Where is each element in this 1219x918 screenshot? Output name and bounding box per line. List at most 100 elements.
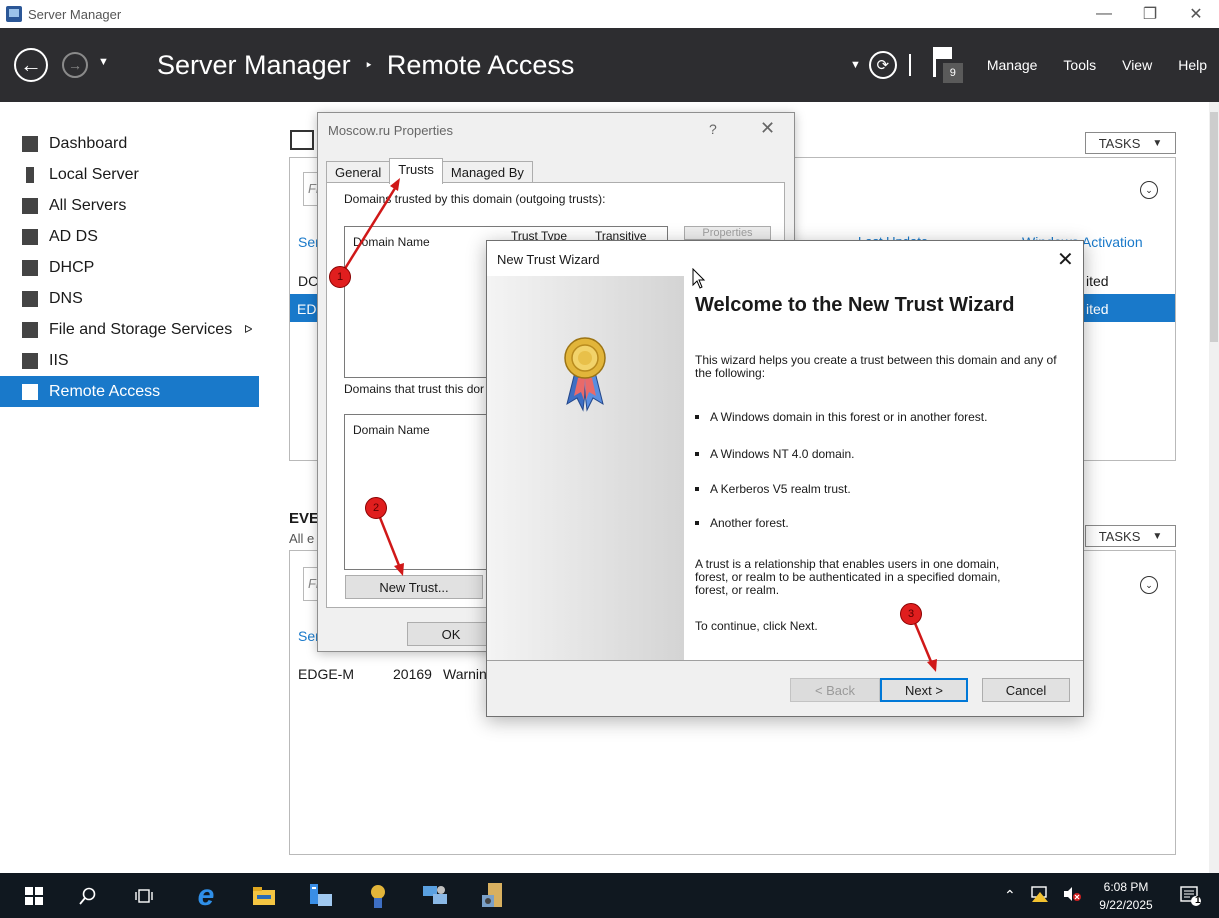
menu-help[interactable]: Help — [1178, 57, 1207, 73]
close-window-button[interactable]: ✕ — [1173, 0, 1219, 28]
minimize-button[interactable]: — — [1081, 0, 1127, 28]
admin-tools-icon[interactable] — [470, 873, 518, 918]
restore-button[interactable]: ❐ — [1127, 0, 1173, 28]
sidebar-item-remote-access[interactable]: Remote Access — [0, 376, 259, 407]
menu-view[interactable]: View — [1122, 57, 1152, 73]
tab-trusts[interactable]: Trusts — [389, 158, 443, 184]
menu-manage[interactable]: Manage — [987, 57, 1038, 73]
sidebar-item-dhcp[interactable]: DHCP — [0, 252, 259, 283]
sidebar-item-local-server[interactable]: Local Server — [0, 159, 259, 190]
action-center-icon[interactable]: 1 — [1168, 873, 1214, 918]
server-manager-app-icon — [6, 6, 22, 22]
notification-count-badge: 9 — [942, 63, 963, 83]
file-explorer-icon[interactable] — [240, 873, 288, 918]
wizard-bullet: A Windows NT 4.0 domain. — [695, 447, 855, 461]
wizard-bullet: A Kerberos V5 realm trust. — [695, 482, 851, 496]
sidebar-item-label: Dashboard — [49, 134, 128, 152]
servers-icon — [22, 197, 38, 214]
events-expand-icon[interactable]: ⌄ — [1140, 576, 1158, 594]
award-medal-icon — [564, 337, 606, 412]
remote-access-icon — [22, 383, 38, 400]
task-view-icon[interactable] — [120, 873, 168, 918]
servers-expand-icon[interactable]: ⌄ — [1140, 181, 1158, 199]
properties-button[interactable]: Properties — [684, 226, 771, 240]
action-center-badge: 1 — [1195, 895, 1201, 906]
sidebar: Dashboard Local Server All Servers AD DS… — [0, 102, 259, 873]
server-manager-icon[interactable] — [296, 873, 344, 918]
servers-row-dc[interactable]: DC — [298, 273, 318, 289]
breadcrumb-root[interactable]: Server Manager — [157, 50, 351, 81]
ad-trusts-icon[interactable] — [354, 873, 402, 918]
wizard-bullet: Another forest. — [695, 516, 789, 530]
servers-row-dc-status: ited — [1086, 273, 1109, 289]
sidebar-item-all-servers[interactable]: All Servers — [0, 190, 259, 221]
wizard-close-button[interactable]: ✕ — [1057, 247, 1074, 272]
sidebar-item-ad-ds[interactable]: AD DS — [0, 221, 259, 252]
wizard-divider — [487, 660, 1083, 661]
sidebar-item-dns[interactable]: DNS — [0, 283, 259, 314]
wizard-continue-text: To continue, click Next. — [695, 619, 818, 633]
tab-general[interactable]: General — [326, 161, 391, 183]
ok-button[interactable]: OK — [407, 622, 495, 646]
servers-tile-icon — [290, 130, 314, 150]
events-row-server: EDGE-M — [298, 666, 354, 682]
column-domain-name[interactable]: Domain Name — [353, 235, 430, 249]
sidebar-item-label: File and Storage Services — [49, 320, 233, 338]
breadcrumb: Server Manager ‣ Remote Access — [157, 50, 574, 81]
back-button[interactable]: < Back — [790, 678, 880, 702]
dashboard-icon — [22, 135, 38, 152]
clock-date: 9/22/2025 — [1099, 898, 1153, 912]
sidebar-item-dashboard[interactable]: Dashboard — [0, 128, 259, 159]
start-icon[interactable] — [10, 873, 58, 918]
wizard-intro: This wizard helps you create a trust bet… — [695, 353, 1057, 380]
forward-arrow-icon[interactable]: → — [62, 52, 88, 78]
vertical-scrollbar[interactable] — [1209, 102, 1219, 873]
back-arrow-icon[interactable]: ← — [14, 48, 48, 82]
properties-tabs: General Trusts Managed By — [326, 158, 533, 184]
clock-time: 6:08 PM — [1103, 880, 1149, 894]
server-manager-header: ← → ▼ Server Manager ‣ Remote Access ▼ ⟳… — [0, 28, 1219, 102]
network-icon[interactable] — [1030, 886, 1050, 905]
tab-managed-by[interactable]: Managed By — [441, 161, 533, 183]
taskbar-clock[interactable]: 6:08 PM 9/22/2025 — [1090, 878, 1162, 914]
outgoing-trusts-label: Domains trusted by this domain (outgoing… — [344, 192, 606, 206]
refresh-icon[interactable]: ⟳ — [868, 51, 897, 79]
system-tray: ⌃ — [1004, 873, 1082, 918]
sidebar-item-file-storage[interactable]: File and Storage Services ᐅ — [0, 314, 259, 345]
new-trust-button[interactable]: New Trust... — [345, 575, 483, 599]
menu-tools[interactable]: Tools — [1063, 57, 1096, 73]
wizard-titlebar: New Trust Wizard ✕ — [487, 241, 1083, 276]
servers-tasks-button[interactable]: TASKS ▼ — [1085, 132, 1176, 154]
incoming-trusts-label: Domains that trust this dor — [344, 382, 485, 396]
wizard-body: Welcome to the New Trust Wizard This wiz… — [684, 276, 1083, 660]
servers-row-edge-status: ited — [1086, 301, 1109, 317]
properties-dialog-title: Moscow.ru Properties — [328, 123, 453, 138]
properties-close-button[interactable]: ✕ — [760, 118, 775, 139]
mouse-cursor-icon — [692, 268, 706, 289]
events-row-severity: Warnin — [443, 666, 487, 682]
cancel-button[interactable]: Cancel — [982, 678, 1070, 702]
wizard-side-banner — [487, 276, 684, 660]
refresh-dropdown-icon[interactable]: ▼ — [850, 59, 861, 71]
sidebar-item-label: IIS — [49, 351, 69, 369]
volume-muted-icon[interactable] — [1062, 886, 1082, 905]
internet-explorer-icon[interactable]: e — [182, 873, 230, 918]
next-button[interactable]: Next > — [880, 678, 968, 702]
sidebar-item-label: DNS — [49, 289, 83, 307]
history-dropdown-icon[interactable]: ▼ — [98, 56, 109, 68]
annotation-marker-3: 3 — [900, 603, 922, 625]
ad-users-computers-icon[interactable] — [412, 873, 460, 918]
sidebar-item-iis[interactable]: IIS — [0, 345, 259, 376]
column-domain-name[interactable]: Domain Name — [353, 423, 430, 437]
tray-overflow-icon[interactable]: ⌃ — [1004, 887, 1016, 904]
events-tasks-button[interactable]: TASKS ▼ — [1085, 525, 1176, 547]
expand-arrow-icon[interactable]: ᐅ — [244, 323, 252, 336]
taskbar: e ⌃ 6:08 PM 9/22/2025 1 — [0, 873, 1219, 918]
breadcrumb-current: Remote Access — [386, 50, 575, 80]
events-subtitle: All e — [289, 531, 315, 546]
ad-ds-icon — [22, 228, 38, 245]
sidebar-item-label: All Servers — [49, 196, 127, 214]
help-button[interactable]: ? — [709, 121, 717, 137]
notifications-flag-icon[interactable]: 9 — [931, 47, 963, 83]
search-icon[interactable] — [64, 873, 112, 918]
